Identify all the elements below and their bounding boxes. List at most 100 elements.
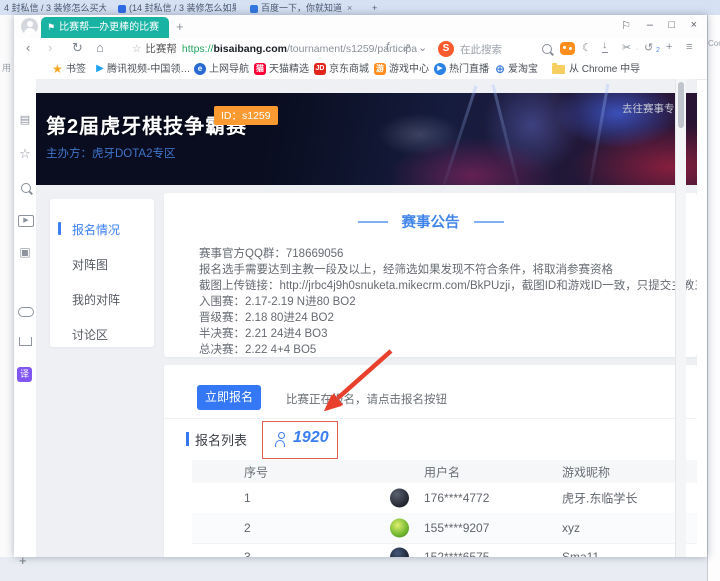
address-bar[interactable]: ☆比赛帮https://bisaibang.com/tournament/s12… — [132, 40, 422, 58]
photo-icon[interactable]: ▣ — [18, 245, 32, 259]
cell-nick: Sma11 — [562, 550, 599, 557]
background-tab-title: (14 封私信 / 3 装修怎么如果 C… — [129, 3, 236, 13]
game-center-icon[interactable] — [560, 42, 575, 55]
bookmark-item[interactable]: 游戏中心 — [389, 63, 429, 76]
bookmark-item[interactable]: 书签 — [66, 63, 86, 76]
background-window-right-edge: Comm — [707, 15, 720, 581]
close-icon[interactable]: × — [347, 3, 352, 13]
bookmark-item[interactable]: 爱淘宝 — [508, 63, 538, 76]
bookmark-item[interactable]: 天猫精选 — [269, 63, 309, 76]
favorites-star-icon[interactable]: ☆ — [18, 147, 32, 161]
new-tab-button[interactable]: + — [176, 19, 184, 34]
avatar — [390, 548, 409, 558]
maximize-button[interactable]: □ — [668, 19, 675, 31]
search-input[interactable]: 在此搜索 — [460, 42, 548, 57]
site-label: 比赛帮 — [145, 43, 177, 55]
tab-favicon — [250, 5, 258, 13]
cell-user: 152****6575 — [424, 550, 489, 557]
background-tabbar: 4 封私信 / 3 装修怎么买大全…× (14 封私信 / 3 装修怎么如果 C… — [0, 0, 720, 16]
plugin-f-icon[interactable]: f — [386, 41, 389, 53]
tab-favicon — [118, 5, 126, 13]
announcement-line: 入围赛：2.17-2.19 N进80 BO2 — [199, 293, 356, 309]
background-tab[interactable]: 4 封私信 / 3 装修怎么买大全…× — [4, 2, 106, 15]
user-avatar[interactable] — [21, 18, 38, 35]
nav-item-my-matches[interactable]: 我的对阵 — [72, 291, 120, 308]
card-icon[interactable]: ▤ — [18, 113, 32, 127]
globe-icon: ⊕ — [494, 63, 506, 75]
download-icon[interactable]: ↓ — [602, 41, 608, 53]
bookmark-item[interactable]: 京东商城 — [329, 63, 369, 76]
signup-button[interactable]: 立即报名 — [197, 385, 261, 410]
announcement-title: 赛事公告 — [164, 211, 697, 232]
divider — [164, 418, 697, 419]
folder-icon — [552, 65, 565, 74]
announcement-card: 赛事公告 赛事官方QQ群：718669056 报名选手需要达到主教一段及以上，经… — [164, 193, 697, 357]
cell-no: 2 — [244, 521, 251, 535]
add-icon[interactable]: + — [666, 41, 672, 53]
share-icon[interactable]: ⇗ — [402, 41, 411, 54]
announcement-line: 赛事官方QQ群：718669056 — [199, 245, 343, 261]
stage-light — [492, 84, 524, 201]
search-side-icon[interactable] — [18, 181, 32, 195]
bookmark-item[interactable]: 上网导航 — [209, 63, 249, 76]
night-mode-icon[interactable]: ☾ — [582, 41, 592, 54]
background-tab[interactable]: (14 封私信 / 3 装修怎么如果 C…× — [118, 2, 236, 15]
avatar — [390, 489, 409, 508]
site-favicon-icon: ⚑ — [47, 22, 55, 32]
active-tab[interactable]: ⚑比赛帮—办更棒的比赛 × — [41, 17, 169, 38]
chat-bubble-icon[interactable] — [18, 307, 34, 317]
page-scrollbar[interactable] — [675, 79, 686, 557]
nav-item-discussion[interactable]: 讨论区 — [72, 326, 108, 343]
tournament-banner: 第2届虎牙棋技争霸赛 ID：s1259 主办方：虎牙DOTA2专区 去往赛事专题 — [36, 93, 697, 185]
chevron-down-icon[interactable]: · — [636, 46, 638, 53]
page-viewport: 第2届虎牙棋技争霸赛 ID：s1259 主办方：虎牙DOTA2专区 去往赛事专题… — [36, 79, 697, 557]
translate-icon[interactable]: 译 — [17, 367, 32, 382]
nav-item-bracket[interactable]: 对阵图 — [72, 256, 108, 273]
chevron-down-icon[interactable]: ⌄ — [418, 41, 427, 54]
count-highlight-box: 1920 — [262, 421, 338, 459]
bookmark-folder[interactable]: 从 Chrome 中导 — [569, 63, 640, 76]
signup-status-text: 比赛正在报名，请点击报名按钮 — [286, 391, 447, 407]
tencent-video-icon: ▶ — [94, 63, 106, 75]
add-panel-icon[interactable]: + — [19, 553, 27, 568]
url-protocol: https:// — [182, 43, 214, 55]
bookmark-star-icon[interactable]: ☆ — [132, 43, 141, 55]
col-header-no: 序号 — [244, 463, 268, 480]
refresh-icon[interactable]: ↻ — [72, 40, 83, 56]
close-window-button[interactable]: × — [691, 19, 697, 31]
browser-side-panel: ▤ ☆ ▶ ▣ 译 + — [14, 79, 37, 557]
restore-history-icon[interactable]: ↺ — [644, 41, 653, 54]
cell-no: 3 — [244, 550, 251, 557]
cell-nick: 虎牙.东临学长 — [562, 490, 637, 507]
cell-nick: xyz — [562, 521, 580, 535]
theme-icon[interactable]: ⚐ — [621, 19, 631, 32]
url-domain: bisaibang.com — [213, 43, 287, 55]
background-new-tab-button[interactable]: + — [372, 2, 384, 15]
scrollbar-thumb[interactable] — [678, 82, 684, 128]
nav-item-signup-status[interactable]: 报名情况 — [72, 221, 120, 238]
video-icon[interactable]: ▶ — [18, 215, 34, 227]
bookmark-item[interactable]: 腾讯视频-中国领… — [107, 63, 190, 76]
screenshot-scissors-icon[interactable]: ✂ — [622, 41, 631, 54]
search-icon[interactable] — [542, 44, 552, 54]
cart-icon[interactable] — [19, 337, 32, 346]
home-icon[interactable]: ⌂ — [96, 40, 104, 55]
table-header: 序号 用户名 游戏昵称 — [192, 460, 697, 483]
avatar — [390, 519, 409, 538]
announcement-line: 报名选手需要达到主教一段及以上，经筛选如果发现不符合条件，将取消参赛资格 — [199, 261, 613, 277]
browser-tabstrip: ⚑比赛帮—办更棒的比赛 × + ⚐ – □ × — [14, 15, 707, 38]
bookmark-item[interactable]: 热门直播 — [449, 63, 489, 76]
game-center-icon: 游 — [374, 63, 386, 75]
menu-icon[interactable]: ≡ — [686, 41, 692, 53]
cell-user: 176****4772 — [424, 491, 489, 505]
dash-decoration — [358, 221, 388, 223]
background-tab[interactable]: 百度一下，你就知道× — [250, 2, 360, 15]
back-icon[interactable]: ‹ — [26, 40, 30, 55]
col-header-nick: 游戏昵称 — [562, 463, 610, 480]
list-indicator — [186, 432, 189, 446]
sogou-search-icon[interactable]: S — [438, 41, 454, 57]
person-icon — [275, 432, 286, 446]
forward-icon[interactable]: › — [48, 40, 52, 55]
background-right-text: Comm — [708, 39, 720, 48]
minimize-button[interactable]: – — [647, 19, 653, 31]
